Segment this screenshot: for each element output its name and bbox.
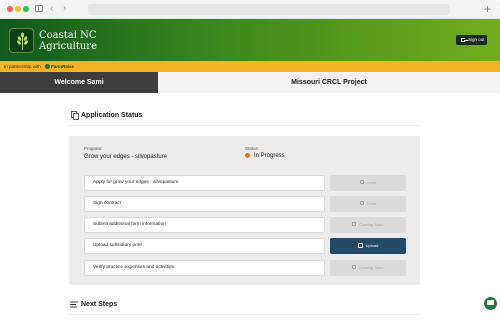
partner-name: FarmRaise [51,64,75,69]
partnership-text: In partnership with [4,64,41,69]
sign-out-label: Sign out [468,37,485,42]
brand-name: Coastal NC Agriculture [39,30,149,52]
task-sign-contract-action-label: Done [366,201,377,206]
partnership-bar: In partnership with FarmRaise [0,61,500,72]
clock-icon [352,222,357,227]
section-divider [69,314,419,315]
clock-icon [352,265,357,270]
farmraise-logo-icon [45,64,50,69]
minimize-window-button[interactable] [15,6,21,12]
wheat-icon [17,32,28,50]
task-verify-expenses: Verify practice expenses and activities [84,260,325,276]
application-status-heading: Application Status [81,112,143,119]
back-button[interactable]: ‹ [50,2,53,16]
check-icon [359,180,364,185]
next-steps-heading: Next Steps [81,301,118,308]
status-indicator-icon [245,153,250,158]
task-verify-expenses-action-label: Coming Soon [359,265,384,270]
upload-icon [357,242,363,248]
task-sign-contract: Sign contract [84,196,325,212]
new-tab-button[interactable]: + [484,1,491,17]
maximize-window-button[interactable] [23,6,29,12]
tab-missouri-crcl-project[interactable]: Missouri CRCL Project [158,72,500,93]
section-divider [69,125,419,126]
address-bar[interactable] [88,4,450,15]
browser-window: ‹ › + Coastal NC Agriculture Sign out In… [0,0,500,332]
sign-out-button[interactable]: Sign out [456,35,487,45]
site-logo[interactable] [9,28,34,53]
brand-line-1: Coastal NC [39,30,97,41]
tab-welcome[interactable]: Welcome Sami [0,72,158,93]
site-header: Coastal NC Agriculture Sign out [0,19,500,61]
status-value: In Progress [254,153,285,159]
chat-icon[interactable] [484,297,497,310]
documents-icon [71,111,79,120]
sign-out-icon [461,38,468,42]
check-icon [359,201,364,206]
task-submit-farm-info-button: Coming Soon [330,217,406,233]
task-apply: Apply for grow your edges - silvopasture [84,175,325,191]
list-icon [70,301,78,308]
program-value: Grow your edges - silvopasture [84,154,168,160]
sidebar-toggle-icon[interactable] [35,5,43,12]
close-window-button[interactable] [7,6,13,12]
forward-button[interactable]: › [63,2,66,16]
brand-line-2: Agriculture [39,41,97,52]
browser-toolbar: ‹ › + [0,0,500,19]
program-label: Program: [84,146,103,151]
tab-bar: Welcome Sami Missouri CRCL Project [0,72,500,93]
task-apply-action-label: Done [366,180,377,185]
task-submit-farm-info-action-label: Coming Soon [359,222,384,227]
task-submit-farm-info: Submit additional farm information [84,217,325,233]
upload-button-label: Upload [365,243,379,248]
task-verify-expenses-button: Coming Soon [330,260,406,276]
task-apply-done-button: Done [330,175,406,191]
upload-button[interactable]: Upload [330,238,406,254]
task-upload-print: Upload subsidiary print [84,238,325,254]
task-sign-contract-done-button: Done [330,196,406,212]
